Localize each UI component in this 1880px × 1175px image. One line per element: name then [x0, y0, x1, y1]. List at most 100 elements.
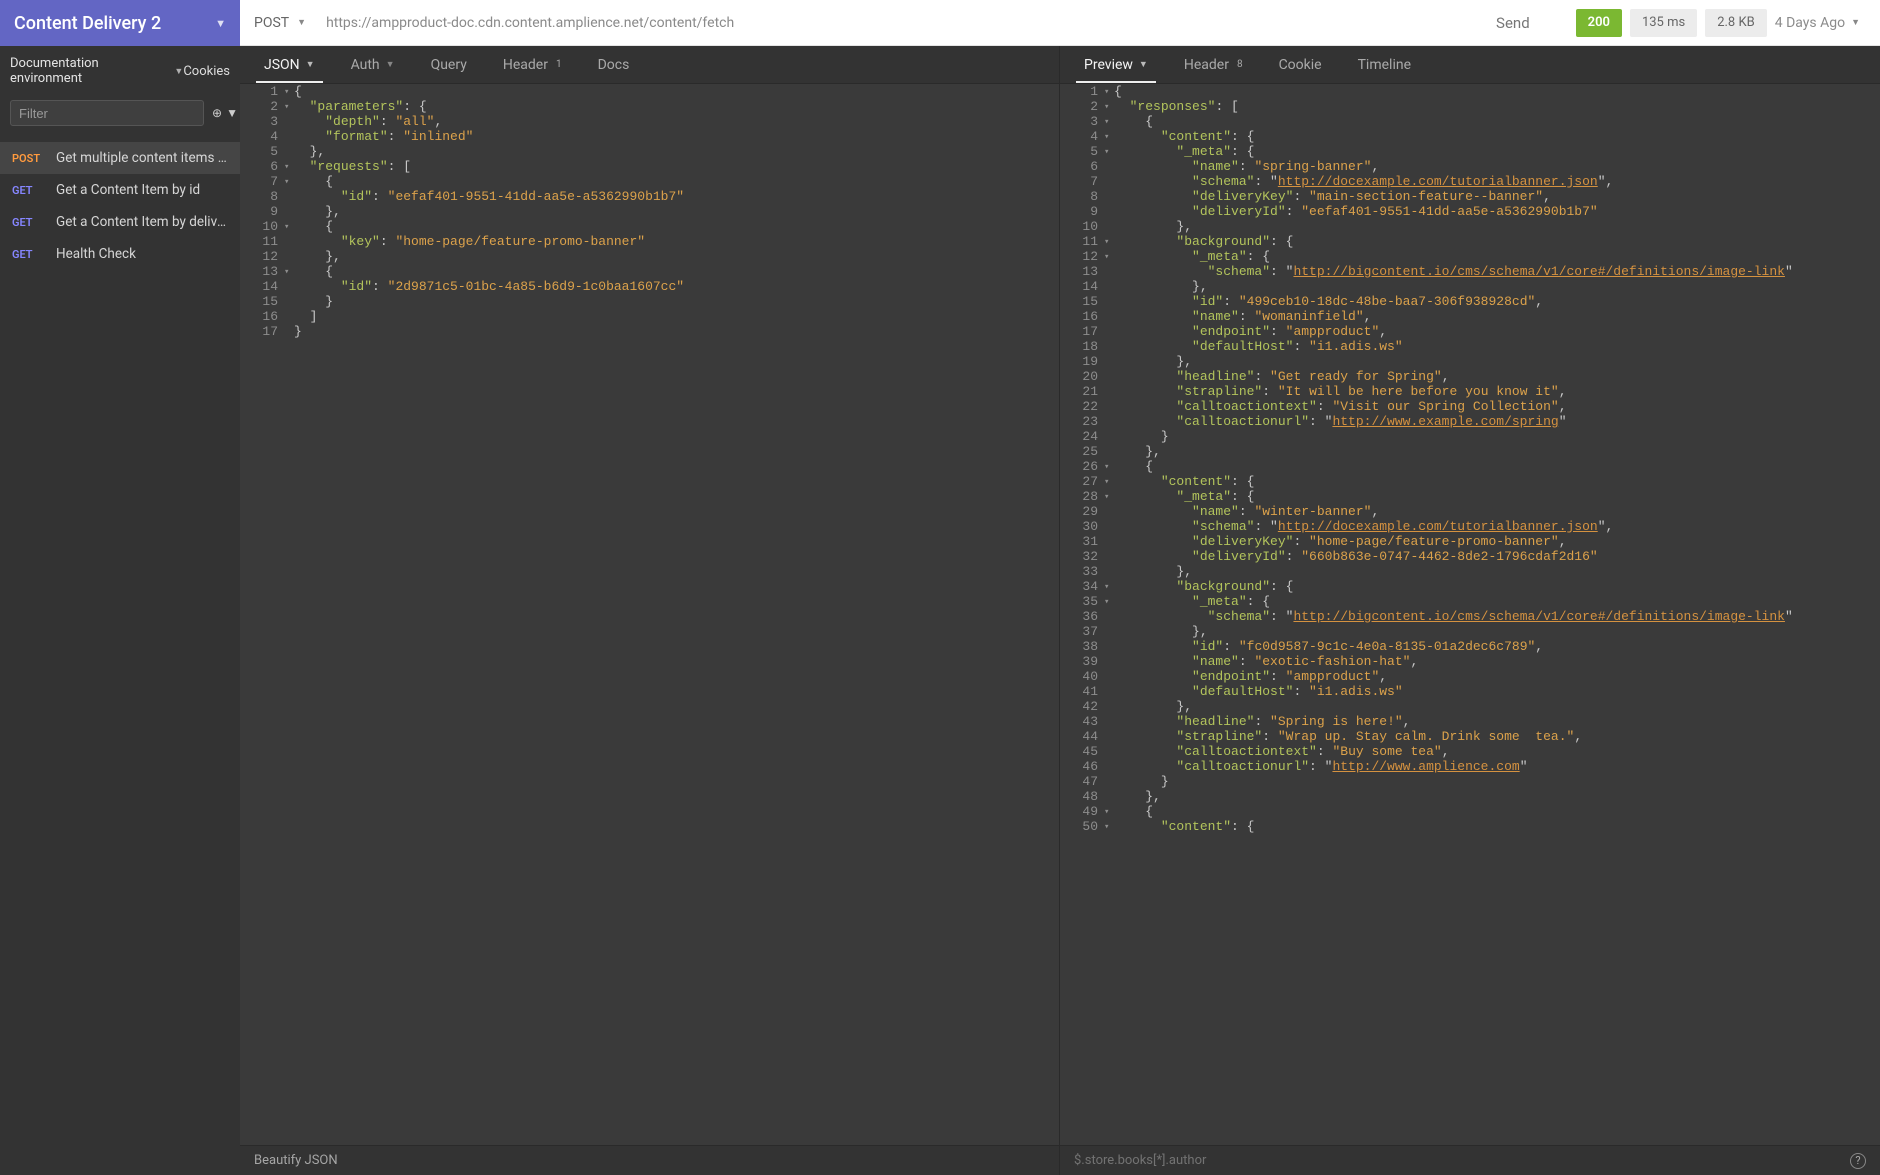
help-icon[interactable]: ? [1850, 1153, 1866, 1169]
code-line: 49▾ { [1060, 804, 1880, 819]
fold-icon[interactable]: ▾ [284, 264, 294, 279]
code-content: "background": { [1114, 579, 1303, 594]
filter-input[interactable] [10, 100, 204, 126]
fold-icon[interactable]: ▾ [284, 84, 294, 99]
code-line: 4 "format": "inlined" [240, 129, 1059, 144]
fold-icon[interactable]: ▾ [1104, 819, 1114, 834]
line-number: 32 [1060, 549, 1104, 564]
code-content: "schema": "http://bigcontent.io/cms/sche… [1114, 264, 1803, 279]
code-content: ] [294, 309, 327, 324]
code-content: { [1114, 804, 1163, 819]
fold-icon[interactable]: ▾ [1104, 249, 1114, 264]
tab-label: Header [1184, 57, 1229, 73]
request-body-editor[interactable]: 1▾{2▾ "parameters": {3 "depth": "all",4 … [240, 84, 1060, 1145]
fold-icon[interactable]: ▾ [284, 174, 294, 189]
fold-icon[interactable]: ▾ [284, 219, 294, 234]
fold-icon[interactable]: ▾ [1104, 99, 1114, 114]
tab-header[interactable]: Header1 [485, 46, 580, 83]
fold-icon [1104, 609, 1114, 624]
fold-icon[interactable]: ▾ [284, 99, 294, 114]
fold-icon [1104, 294, 1114, 309]
code-content: "deliveryKey": "main-section-feature--ba… [1114, 189, 1561, 204]
sidebar-item[interactable]: GETHealth Check [0, 238, 240, 270]
line-number: 42 [1060, 699, 1104, 714]
environment-selector[interactable]: Documentation environment ▼ [10, 56, 183, 86]
code-content: { [294, 174, 343, 189]
http-method-label: POST [254, 15, 289, 31]
fold-icon[interactable]: ▾ [1104, 234, 1114, 249]
code-line: 19 }, [1060, 354, 1880, 369]
code-content: { [1114, 114, 1163, 129]
tab-label: Cookie [1279, 57, 1322, 73]
line-number: 47 [1060, 774, 1104, 789]
fold-icon [284, 129, 294, 144]
environment-row: Documentation environment ▼ Cookies [0, 46, 240, 96]
tab-auth[interactable]: Auth▼ [333, 46, 413, 83]
fold-icon[interactable]: ▾ [1104, 459, 1114, 474]
line-number: 48 [1060, 789, 1104, 804]
tab-label: Query [431, 57, 467, 73]
tab-header[interactable]: Header8 [1166, 46, 1261, 83]
fold-icon [1104, 699, 1114, 714]
new-request-dropdown[interactable]: ⊕ ▼ [212, 106, 238, 120]
line-number: 45 [1060, 744, 1104, 759]
tab-timeline[interactable]: Timeline [1340, 46, 1429, 83]
fold-icon [1104, 189, 1114, 204]
workspace-selector[interactable]: Content Delivery 2 ▼ [0, 0, 240, 46]
code-line: 13 "schema": "http://bigcontent.io/cms/s… [1060, 264, 1880, 279]
line-number: 40 [1060, 669, 1104, 684]
fold-icon[interactable]: ▾ [1104, 84, 1114, 99]
tab-label: Docs [598, 57, 630, 73]
line-number: 13 [240, 264, 284, 279]
line-number: 6 [240, 159, 284, 174]
code-content: "strapline": "Wrap up. Stay calm. Drink … [1114, 729, 1592, 744]
code-content: "content": { [1114, 129, 1264, 144]
line-number: 43 [1060, 714, 1104, 729]
line-number: 8 [240, 189, 284, 204]
tab-label: Auth [351, 57, 380, 73]
status-code-pill: 200 [1576, 9, 1622, 37]
jsonpath-input[interactable]: $.store.books[*].author [1074, 1153, 1206, 1168]
fold-icon[interactable]: ▾ [1104, 579, 1114, 594]
fold-icon[interactable]: ▾ [1104, 114, 1114, 129]
send-button[interactable]: Send [1474, 14, 1552, 32]
code-content: "endpoint": "ampproduct", [1114, 324, 1397, 339]
line-number: 20 [1060, 369, 1104, 384]
code-content: "headline": "Spring is here!", [1114, 714, 1420, 729]
code-line: 12 }, [240, 249, 1059, 264]
environment-label: Documentation environment [10, 56, 168, 86]
fold-icon[interactable]: ▾ [1104, 144, 1114, 159]
fold-icon[interactable]: ▾ [1104, 489, 1114, 504]
fold-icon[interactable]: ▾ [1104, 594, 1114, 609]
fold-icon [1104, 369, 1114, 384]
line-number: 1 [240, 84, 284, 99]
cookies-button[interactable]: Cookies [183, 64, 230, 79]
request-url-input[interactable]: https://ampproduct-doc.cdn.content.ampli… [320, 15, 1474, 31]
code-line: 20 "headline": "Get ready for Spring", [1060, 369, 1880, 384]
code-line: 44 "strapline": "Wrap up. Stay calm. Dri… [1060, 729, 1880, 744]
code-content: "content": { [1114, 474, 1264, 489]
sidebar-item[interactable]: GETGet a Content Item by delivery key [0, 206, 240, 238]
tab-preview[interactable]: Preview▼ [1066, 46, 1166, 83]
code-line: 17 "endpoint": "ampproduct", [1060, 324, 1880, 339]
fold-icon [284, 324, 294, 339]
workspace-title: Content Delivery 2 [14, 13, 161, 34]
fold-icon[interactable]: ▾ [1104, 804, 1114, 819]
tab-json[interactable]: JSON▼ [246, 46, 333, 83]
http-verb-badge: GET [12, 216, 44, 229]
sidebar-item[interactable]: GETGet a Content Item by id [0, 174, 240, 206]
sidebar-item[interactable]: POSTGet multiple content items by id ... [0, 142, 240, 174]
fold-icon[interactable]: ▾ [1104, 129, 1114, 144]
tab-query[interactable]: Query [413, 46, 485, 83]
tab-cookie[interactable]: Cookie [1261, 46, 1340, 83]
tab-docs[interactable]: Docs [580, 46, 648, 83]
code-content: }, [1114, 444, 1171, 459]
fold-icon[interactable]: ▾ [1104, 474, 1114, 489]
response-body-viewer[interactable]: 1▾{2▾ "responses": [3▾ {4▾ "content": {5… [1060, 84, 1880, 1145]
code-content: "name": "womaninfield", [1114, 309, 1381, 324]
sidebar-item-label: Get multiple content items by id ... [56, 150, 228, 166]
history-timestamp-dropdown[interactable]: 4 Days Ago ▼ [1775, 15, 1880, 31]
http-method-selector[interactable]: POST ▼ [240, 15, 320, 31]
fold-icon[interactable]: ▾ [284, 159, 294, 174]
beautify-json-button[interactable]: Beautify JSON [254, 1153, 338, 1168]
